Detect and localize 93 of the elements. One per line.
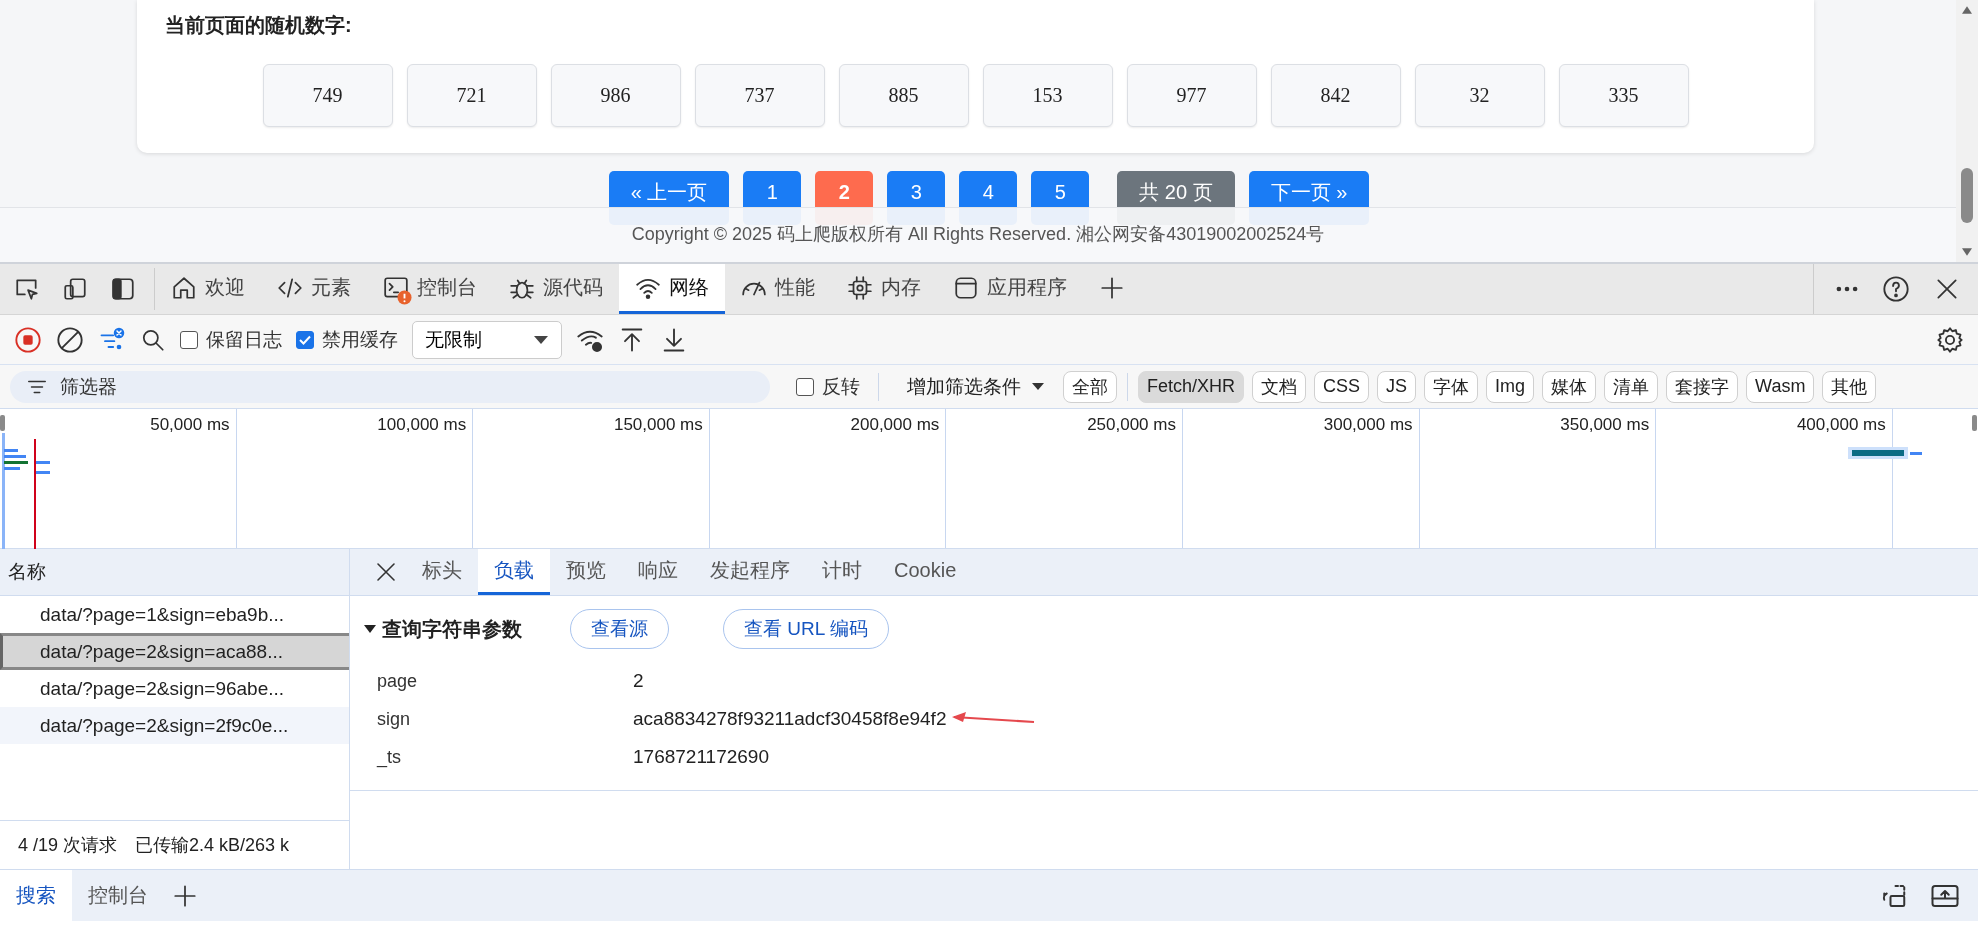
scrollbar-thumb[interactable] <box>1961 168 1973 223</box>
type-filter-chip[interactable]: 文档 <box>1252 370 1307 403</box>
detail-tab[interactable]: 发起程序 <box>694 549 806 595</box>
type-filter-chip[interactable]: 字体 <box>1424 370 1479 403</box>
type-filter-chip[interactable]: 清单 <box>1604 370 1659 403</box>
window-icon <box>953 274 979 301</box>
number-card: 153 <box>982 64 1113 127</box>
time-tick-label: 50,000 ms <box>150 415 230 435</box>
column-header: 名称 <box>8 560 46 584</box>
scroll-up-icon[interactable] <box>1962 6 1972 14</box>
scrollbar[interactable] <box>1956 0 1978 262</box>
type-filter-chip[interactable]: 媒体 <box>1542 370 1597 403</box>
chip-icon <box>847 274 873 301</box>
caret-icon <box>364 624 376 634</box>
scroll-down-icon[interactable] <box>1962 248 1972 256</box>
devtools-tab[interactable]: 内存 <box>831 264 937 314</box>
request-row[interactable]: data/?page=2&sign=2f9c0e... <box>0 707 349 744</box>
invert-checkbox[interactable]: 反转 <box>796 373 860 400</box>
request-row[interactable]: data/?page=1&sign=eba9b... <box>0 596 349 633</box>
caret-icon <box>533 334 549 345</box>
filter-field[interactable]: 筛选器 <box>10 370 770 403</box>
param-key: _ts <box>350 746 633 768</box>
preserve-log-checkbox[interactable]: 保留日志 <box>180 326 282 353</box>
devtools-tab[interactable]: 欢迎 <box>155 264 261 314</box>
type-filter-chip[interactable]: Img <box>1486 370 1535 403</box>
request-row[interactable]: data/?page=2&sign=96abe... <box>0 670 349 707</box>
time-tick-label: 350,000 ms <box>1560 415 1650 435</box>
number-card: 842 <box>1270 64 1401 127</box>
timeline-handle[interactable] <box>1972 415 1977 431</box>
devtools-tab[interactable]: 应用程序 <box>937 264 1083 314</box>
param-key: page <box>350 670 633 692</box>
time-tick-label: 200,000 ms <box>850 415 940 435</box>
time-tick-label: 150,000 ms <box>613 415 703 435</box>
type-filter-chip[interactable]: 套接字 <box>1666 370 1739 403</box>
close-icon <box>374 560 398 584</box>
type-filter-chip[interactable]: CSS <box>1314 370 1370 403</box>
section-toggle[interactable]: 查询字符串参数 <box>364 615 522 643</box>
detail-tab[interactable]: 响应 <box>622 549 694 595</box>
caret-icon <box>1031 382 1045 391</box>
devtools-tab[interactable]: 源代码 <box>493 264 619 314</box>
detail-tab[interactable]: 标头 <box>406 549 478 595</box>
time-tick-label: 250,000 ms <box>1087 415 1176 435</box>
request-count: 4 /19 次请求 <box>18 834 118 857</box>
dock-icon <box>110 276 136 302</box>
time-tick-label: 100,000 ms <box>377 415 467 435</box>
devtools-tab[interactable]: 性能 <box>725 264 831 314</box>
drawer-tab[interactable]: 控制台 <box>72 870 164 921</box>
number-card: 32 <box>1414 64 1545 127</box>
transfer-size: 已传输2.4 kB/263 k <box>135 834 290 857</box>
terminal-icon <box>383 274 409 301</box>
time-tick-label: 400,000 ms <box>1796 415 1886 435</box>
help-icon <box>1882 275 1910 303</box>
type-filter-chip[interactable]: JS <box>1377 370 1417 403</box>
time-tick-label: 300,000 ms <box>1323 415 1413 435</box>
settings-icon <box>1936 325 1964 354</box>
timeline-handle[interactable] <box>0 415 5 431</box>
detail-tab[interactable]: Cookie <box>878 549 973 595</box>
devtools-tab[interactable]: 元素 <box>261 264 367 314</box>
param-value: 1768721172690 <box>633 746 769 768</box>
disable-cache-checkbox[interactable]: 禁用缓存 <box>296 326 398 353</box>
type-filter-chip[interactable]: 其他 <box>1822 370 1877 403</box>
param-key: sign <box>350 708 633 730</box>
number-card: 335 <box>1558 64 1689 127</box>
detail-tab[interactable]: 预览 <box>550 549 622 595</box>
devtools-tab[interactable]: 控制台 <box>367 264 493 314</box>
param-value: aca8834278f93211adcf30458f8e94f2 <box>633 708 947 730</box>
drawer-tab[interactable]: 搜索 <box>0 870 72 921</box>
type-filter-chip[interactable]: Fetch/XHR <box>1138 370 1245 403</box>
device-icon <box>62 276 88 302</box>
detail-tab[interactable]: 负载 <box>478 549 550 595</box>
param-value: 2 <box>633 670 644 692</box>
number-card: 885 <box>838 64 969 127</box>
type-filter-chip[interactable]: Wasm <box>1746 370 1815 403</box>
clear-icon <box>56 325 84 354</box>
copyright-text: Copyright © 2025 码上爬版权所有 All Rights Reserved. 湘公网安备43019002002524号 <box>631 223 1325 244</box>
number-card: 737 <box>694 64 825 127</box>
section-heading: 当前页面的随机数字: <box>165 13 352 38</box>
number-card: 721 <box>406 64 537 127</box>
detail-tab[interactable]: 计时 <box>806 549 878 595</box>
number-card: 977 <box>1126 64 1257 127</box>
more-icon[interactable] <box>1836 286 1858 292</box>
number-card: 986 <box>550 64 681 127</box>
type-filter-chip[interactable]: 全部 <box>1063 370 1117 403</box>
checkmark-icon <box>299 334 311 345</box>
view-option-button[interactable]: 查看 URL 编码 <box>723 609 889 649</box>
view-option-button[interactable]: 查看源 <box>570 609 669 649</box>
add-filter-dropdown[interactable]: 增加筛选条件 <box>897 373 1055 400</box>
inspect-icon <box>14 276 40 302</box>
number-card: 749 <box>262 64 393 127</box>
record-icon <box>14 325 42 354</box>
throttle-dropdown[interactable]: 无限制 <box>412 320 562 359</box>
devtools-tab[interactable]: 网络 <box>619 264 725 314</box>
request-row[interactable]: data/?page=2&sign=aca88... <box>0 633 349 670</box>
